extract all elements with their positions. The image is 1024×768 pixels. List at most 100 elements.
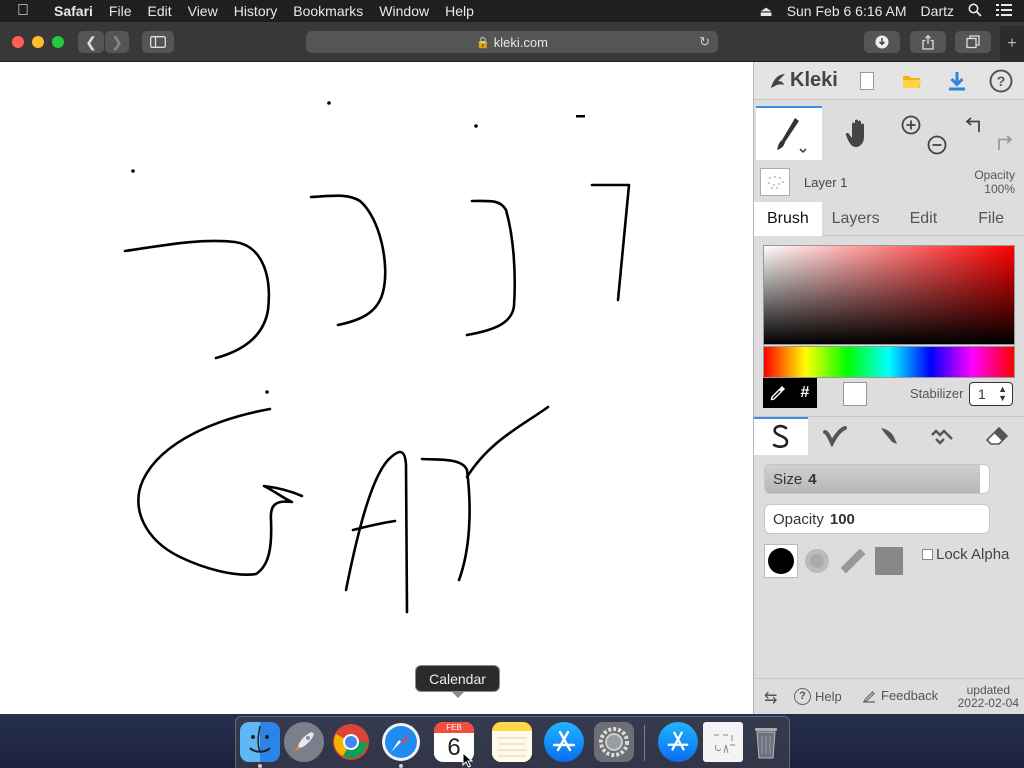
feedback-label: Feedback (881, 688, 939, 703)
drawing-canvas[interactable] (0, 62, 753, 714)
stabilizer-select[interactable]: 1 ▲ ▼ (969, 382, 1013, 406)
size-slider[interactable]: Size 4 (764, 464, 990, 494)
menu-help[interactable]: Help (437, 3, 482, 19)
sidebar-toggle-icon[interactable] (142, 31, 174, 53)
help-icon[interactable]: ? (988, 68, 1014, 94)
brush-type-row (754, 416, 1024, 456)
dock-running-indicator (399, 764, 403, 768)
preset-square[interactable] (872, 544, 906, 578)
eraser-button[interactable] (970, 417, 1024, 455)
hand-tool-button[interactable] (826, 106, 892, 160)
feedback-link[interactable]: Feedback (862, 688, 938, 703)
brush-presets-row: Lock Alpha (764, 544, 1016, 578)
kleki-header: Kleki ? (754, 62, 1024, 100)
hue-slider[interactable] (763, 346, 1015, 378)
blend-brush-button[interactable] (808, 417, 862, 455)
menu-bookmarks[interactable]: Bookmarks (285, 3, 371, 19)
brush-tool-button[interactable] (756, 106, 822, 160)
dock-chrome-icon[interactable] (331, 722, 371, 762)
pen-brush-icon (772, 424, 789, 448)
canvas-strokes (123, 101, 631, 614)
dock-file-thumbnail-icon[interactable] (703, 722, 743, 762)
share-icon[interactable] (910, 31, 946, 53)
opacity-slider[interactable]: Opacity 100 (764, 504, 990, 534)
stroke (590, 183, 631, 302)
lock-icon: 🔒 (476, 36, 490, 49)
menu-app-name[interactable]: Safari (46, 3, 101, 19)
swap-side-icon[interactable]: ⇆ (764, 688, 777, 708)
zoom-out-icon[interactable] (926, 134, 948, 156)
dock-system-preferences-icon[interactable] (594, 722, 634, 762)
tab-overview-icon[interactable] (955, 31, 991, 53)
address-bar[interactable]: 🔒 kleki.com ↻ (306, 31, 718, 53)
help-link[interactable]: ? Help (794, 688, 842, 705)
kleki-logo[interactable]: Kleki (768, 69, 838, 92)
menu-edit[interactable]: Edit (139, 3, 179, 19)
dock-safari-icon[interactable] (381, 722, 421, 762)
layer-opacity-value: 100% (984, 182, 1015, 196)
stroke (465, 405, 550, 479)
dock-app-store-icon[interactable] (544, 722, 584, 762)
stroke (465, 199, 517, 337)
window-zoom-button[interactable] (52, 36, 64, 48)
svg-text:?: ? (997, 73, 1006, 89)
undo-icon[interactable] (964, 114, 988, 136)
active-layer-row[interactable]: Layer 1 Opacity 100% (754, 166, 1024, 200)
pixel-brush-button[interactable] (916, 417, 970, 455)
download-save-icon[interactable] (944, 68, 970, 94)
forward-button[interactable]: ❯ (105, 31, 129, 53)
redo-icon[interactable] (990, 132, 1014, 154)
preset-soft-round[interactable] (800, 544, 834, 578)
size-value: 4 (808, 471, 817, 488)
tab-layers[interactable]: Layers (822, 202, 890, 236)
eject-icon[interactable]: ⏏ (759, 3, 772, 20)
dock-launchpad-icon[interactable] (284, 722, 324, 762)
menu-window[interactable]: Window (371, 3, 437, 19)
hex-input-button[interactable]: # (793, 384, 817, 402)
new-file-icon[interactable] (854, 68, 880, 94)
menubar-datetime[interactable]: Sun Feb 6 6:16 AM (787, 3, 907, 19)
control-center-icon[interactable] (996, 3, 1012, 19)
eyedropper-icon[interactable] (763, 378, 793, 408)
dock-downloads-stack-icon[interactable] (658, 722, 698, 762)
apple-menu-icon[interactable]:  (0, 2, 46, 20)
stabilizer-label: Stabilizer (910, 386, 964, 401)
dock-finder-icon[interactable] (240, 722, 280, 762)
zoom-in-icon[interactable] (900, 114, 922, 136)
brush-icon (777, 118, 807, 154)
color-saturation-picker[interactable] (763, 245, 1015, 345)
window-minimize-button[interactable] (32, 36, 44, 48)
dock-notes-icon[interactable] (492, 722, 532, 762)
lock-alpha-checkbox[interactable]: Lock Alpha (922, 546, 1009, 563)
tab-edit[interactable]: Edit (890, 202, 958, 236)
window-close-button[interactable] (12, 36, 24, 48)
back-button[interactable]: ❮ (78, 31, 104, 53)
preset-chisel[interactable] (836, 544, 870, 578)
menu-history[interactable]: History (226, 3, 286, 19)
stroke (344, 450, 409, 614)
tab-file[interactable]: File (957, 202, 1024, 236)
new-tab-button[interactable]: + (1000, 26, 1024, 62)
pen-brush-button[interactable] (754, 417, 808, 455)
color-tools: # (763, 378, 817, 408)
lock-alpha-box[interactable] (922, 549, 933, 560)
tab-brush[interactable]: Brush (754, 202, 822, 236)
help-label: Help (815, 689, 842, 704)
feedback-pen-icon (863, 690, 875, 703)
menubar-user[interactable]: Dartz (921, 3, 954, 19)
pixel-brush-icon (931, 429, 953, 445)
downloads-icon[interactable] (864, 31, 900, 53)
menu-view[interactable]: View (180, 3, 226, 19)
spotlight-search-icon[interactable] (968, 3, 982, 20)
sketchy-brush-icon (881, 428, 897, 444)
menu-file[interactable]: File (101, 3, 140, 19)
reload-icon[interactable]: ↻ (699, 34, 710, 50)
secondary-color-swatch[interactable] (843, 382, 867, 406)
sketchy-brush-button[interactable] (862, 417, 916, 455)
hard-round-icon (768, 548, 794, 574)
preset-hard-round[interactable] (764, 544, 798, 578)
stroke (309, 194, 387, 327)
open-folder-icon[interactable] (899, 68, 925, 94)
dock-trash-icon[interactable] (746, 722, 786, 762)
dock-running-indicator (258, 764, 262, 768)
